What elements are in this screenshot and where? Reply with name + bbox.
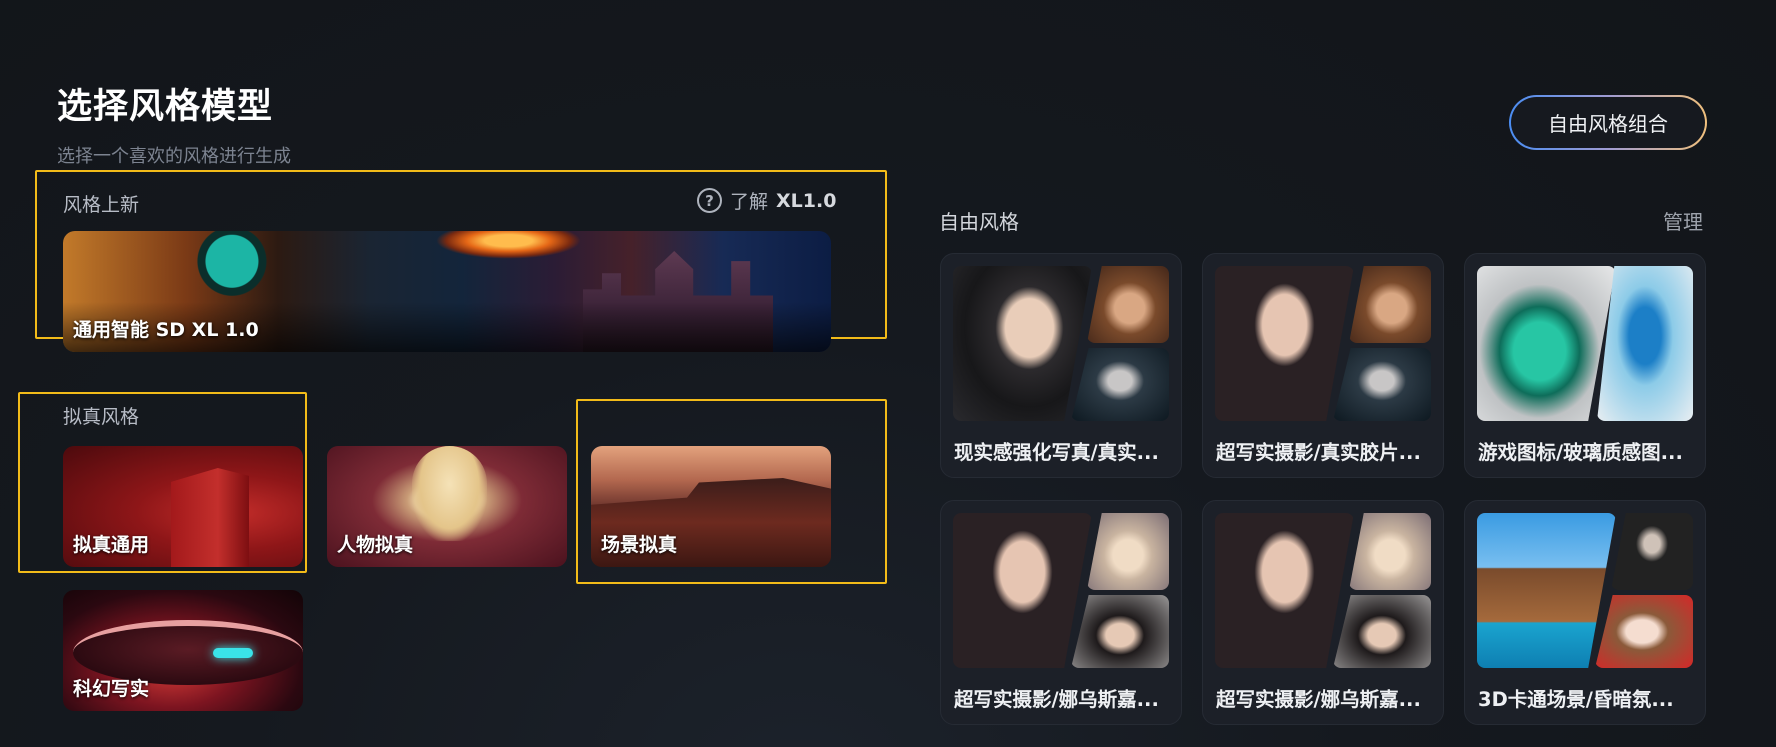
free-style-label: 自由风格	[939, 210, 1019, 234]
free-style-card[interactable]: 超写实摄影/真实胶片...	[1202, 253, 1444, 478]
card-title: 现实感强化写真/真实...	[954, 441, 1159, 464]
thumbnail-small	[1611, 513, 1693, 590]
thumbnail-small	[1595, 595, 1693, 668]
learn-xl-link[interactable]: ? 了解 XL1.0	[697, 187, 836, 214]
card-title: 超写实摄影/娜乌斯嘉...	[954, 688, 1159, 711]
card-title: 超写实摄影/真实胶片...	[1216, 441, 1421, 464]
thumbnail-small	[1333, 595, 1431, 668]
thumbnail-small	[1333, 348, 1431, 421]
thumbnail-small	[1349, 513, 1431, 590]
thumbnail-main	[1477, 513, 1616, 668]
card-title: 3D卡通场景/昏暗氛...	[1478, 688, 1674, 711]
free-style-card[interactable]: 超写实摄影/娜乌斯嘉...	[1202, 500, 1444, 725]
card-title: 超写实摄影/娜乌斯嘉...	[1216, 688, 1421, 711]
card-label: 科幻写实	[73, 678, 150, 700]
free-style-card[interactable]: 3D卡通场景/昏暗氛...	[1464, 500, 1706, 725]
thumbnail-small	[1087, 266, 1169, 343]
style-card-person-realistic[interactable]: 人物拟真	[327, 446, 567, 567]
thumbnail-small	[1087, 513, 1169, 590]
free-style-card[interactable]: 现实感强化写真/真实...	[940, 253, 1182, 478]
red-block-image	[171, 468, 249, 567]
manage-link[interactable]: 管理	[1663, 206, 1703, 235]
help-circle-icon: ?	[697, 188, 722, 213]
learn-prefix: 了解	[730, 191, 769, 213]
style-card-scifi-realistic[interactable]: 科幻写实	[63, 590, 303, 711]
free-style-card[interactable]: 游戏图标/玻璃质感图...	[1464, 253, 1706, 478]
card-label: 场景拟真	[601, 534, 678, 556]
thumbnail-main	[1215, 513, 1354, 668]
thumbnail-main	[953, 266, 1092, 421]
thumbnail-small	[1071, 595, 1169, 668]
card-label: 人物拟真	[337, 534, 414, 556]
card-label: 拟真通用	[73, 534, 150, 556]
thumbnail-main	[1215, 266, 1354, 421]
thumbnail-small	[1071, 348, 1169, 421]
thumbnail-main	[1477, 266, 1616, 421]
free-style-combo-button[interactable]: 自由风格组合	[1509, 95, 1707, 150]
style-card-scene-realistic[interactable]: 场景拟真	[591, 446, 831, 567]
portrait-image	[412, 446, 487, 541]
style-card-realistic-general[interactable]: 拟真通用	[63, 446, 303, 567]
banner-label: 通用智能 SD XL 1.0	[73, 319, 259, 341]
free-style-card[interactable]: 超写实摄影/娜乌斯嘉...	[940, 500, 1182, 725]
page-title: 选择风格模型	[57, 87, 274, 127]
sdxl-banner-card[interactable]: 通用智能 SD XL 1.0	[63, 231, 831, 352]
learn-model: XL1.0	[776, 189, 837, 212]
ship-glow	[213, 648, 253, 658]
page-subtitle: 选择一个喜欢的风格进行生成	[57, 146, 291, 167]
realistic-section-label: 拟真风格	[63, 406, 140, 428]
new-styles-label: 风格上新	[63, 194, 140, 216]
card-title: 游戏图标/玻璃质感图...	[1478, 441, 1683, 464]
thumbnail-small	[1349, 266, 1431, 343]
thumbnail-main	[953, 513, 1092, 668]
